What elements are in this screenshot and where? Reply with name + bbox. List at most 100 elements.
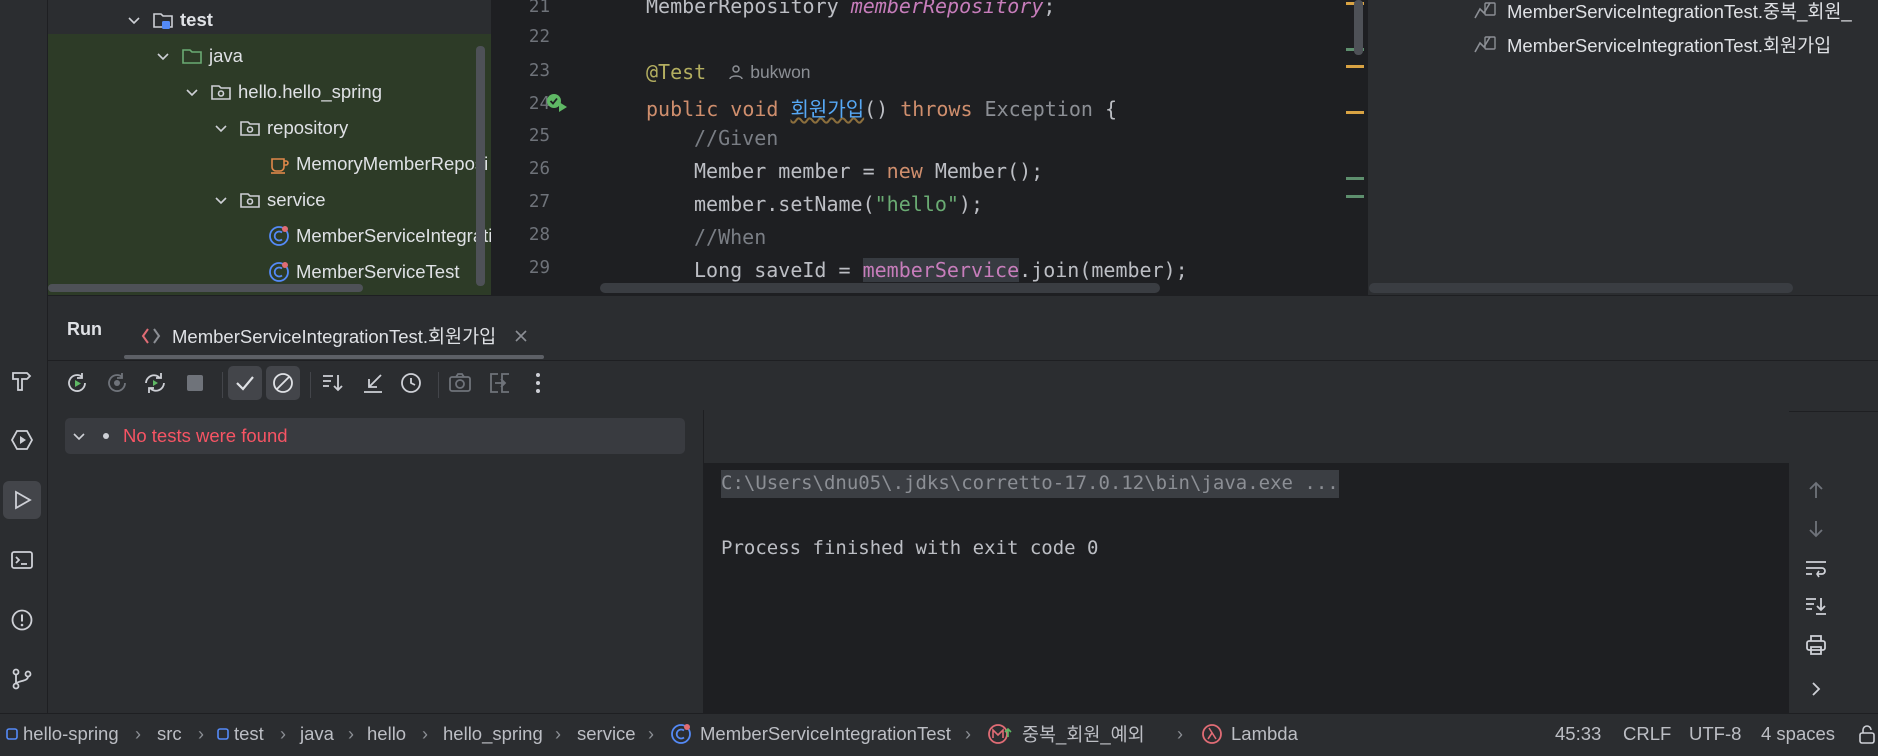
breadcrumb-separator: ›: [280, 723, 286, 744]
breadcrumb-hello[interactable]: hello: [367, 713, 406, 755]
console-output[interactable]: [704, 463, 1789, 713]
chevron-down-icon[interactable]: [184, 84, 200, 100]
close-icon[interactable]: [514, 329, 528, 343]
folder-icon: [182, 49, 202, 64]
tree-item-service[interactable]: service: [213, 183, 326, 217]
test-results-tree: [48, 410, 703, 713]
breadcrumb-service[interactable]: service: [577, 713, 636, 755]
editor-horizontal-scrollbar[interactable]: [600, 283, 1160, 293]
code-line-29: Long saveId = memberService.join(member)…: [694, 258, 1188, 282]
code-line-26: Member member = new Member();: [694, 159, 1044, 183]
screenshot-button[interactable]: [443, 366, 477, 400]
package-icon: [240, 121, 260, 136]
code-line-23: @Test bukwon: [646, 60, 811, 84]
usages-horizontal-scrollbar[interactable]: [1369, 283, 1793, 293]
export-button[interactable]: [483, 366, 517, 400]
git-icon[interactable]: [3, 660, 41, 698]
scroll-down-button[interactable]: [1801, 514, 1831, 544]
collapse-all-button[interactable]: [356, 366, 390, 400]
scroll-to-end-button[interactable]: [1801, 591, 1831, 621]
show-passed-toggle[interactable]: [228, 366, 262, 400]
arrow-down-icon: [1809, 521, 1823, 538]
code-editor[interactable]: MemberRepository memberRepository; @Test…: [596, 0, 1366, 295]
tree-item-label: hello.hello_spring: [238, 81, 382, 102]
toggle-auto-test-button[interactable]: [138, 366, 172, 400]
ignored-icon: [273, 373, 293, 393]
breadcrumb-method[interactable]: 중복_회원_예외: [988, 713, 1145, 755]
tree-horizontal-scrollbar[interactable]: [48, 284, 363, 292]
breadcrumb-lambda[interactable]: Lambda: [1201, 713, 1298, 755]
more-options-button[interactable]: [521, 366, 555, 400]
run-config-tab[interactable]: MemberServiceIntegrationTest.회원가입: [140, 314, 528, 358]
error-stripe-mark[interactable]: [1346, 195, 1364, 198]
test-method-icon: [1474, 36, 1496, 53]
line-number: 22: [528, 27, 550, 47]
editor-vertical-scrollbar[interactable]: [1354, 0, 1363, 55]
line-number: 25: [528, 126, 550, 146]
test-tree-root-row[interactable]: No tests were found: [65, 418, 685, 454]
line-number: 26: [528, 159, 550, 179]
chevron-down-icon[interactable]: [155, 48, 171, 64]
file-encoding[interactable]: UTF-8: [1689, 713, 1741, 755]
breadcrumb-test[interactable]: test: [217, 713, 264, 755]
tree-item-memory-member-repository[interactable]: MemoryMemberReposi: [268, 147, 488, 181]
tree-item-repository[interactable]: repository: [213, 111, 348, 145]
chevron-down-icon[interactable]: [213, 120, 229, 136]
error-stripe-mark[interactable]: [1346, 65, 1364, 68]
test-method-icon: [1474, 2, 1496, 19]
tool-window-strip: [0, 0, 48, 713]
breadcrumb-separator: ›: [135, 723, 141, 744]
soft-wrap-button[interactable]: [1801, 553, 1831, 583]
rerun-icon: [68, 373, 86, 392]
breadcrumb-separator: ›: [198, 723, 204, 744]
toolbar-separator: [222, 372, 223, 398]
show-ignored-toggle[interactable]: [266, 366, 300, 400]
java-class-icon: [271, 158, 289, 174]
rerun-failed-button[interactable]: [100, 366, 134, 400]
indent-setting[interactable]: 4 spaces: [1761, 713, 1835, 755]
breadcrumb-java[interactable]: java: [300, 713, 334, 755]
chevron-down-icon[interactable]: [71, 428, 87, 444]
rerun-button[interactable]: [60, 366, 94, 400]
code-line-24: public void 회원가입() throws Exception {: [646, 97, 1118, 121]
tree-item-member-service-integration-test[interactable]: MemberServiceIntegrati: [268, 219, 491, 253]
problems-icon[interactable]: [3, 601, 41, 639]
no-tests-message: No tests were found: [123, 425, 288, 446]
error-stripe-mark[interactable]: [1346, 177, 1364, 180]
chevron-down-icon[interactable]: [213, 192, 229, 208]
line-ending[interactable]: CRLF: [1623, 713, 1671, 755]
terminal-icon[interactable]: [3, 541, 41, 579]
breadcrumb-class[interactable]: MemberServiceIntegrationTest: [670, 713, 951, 755]
stop-button[interactable]: [178, 366, 212, 400]
test-history-button[interactable]: [394, 366, 428, 400]
test-class-icon: [269, 262, 289, 282]
code-line-21: MemberRepository memberRepository;: [646, 0, 1056, 18]
print-button[interactable]: [1801, 630, 1831, 660]
build-hammer-icon[interactable]: [3, 362, 41, 400]
code-line-25: //Given: [694, 126, 779, 150]
package-icon: [240, 193, 260, 208]
error-stripe-mark[interactable]: [1346, 111, 1364, 114]
caret-position[interactable]: 45:33: [1555, 713, 1601, 755]
clock-icon: [401, 373, 421, 393]
tree-item-test[interactable]: test: [126, 3, 213, 37]
breadcrumb-src[interactable]: src: [157, 713, 182, 755]
run-tool-icon[interactable]: [3, 481, 41, 519]
lock-icon[interactable]: [1858, 713, 1876, 755]
services-icon[interactable]: [3, 421, 41, 459]
tree-item-java[interactable]: java: [155, 39, 243, 73]
sort-button[interactable]: [316, 366, 350, 400]
run-test-gutter-icon[interactable]: [546, 93, 568, 113]
tree-vertical-scrollbar[interactable]: [476, 46, 485, 286]
tree-item-hello-hello-spring[interactable]: hello.hello_spring: [184, 75, 382, 109]
scroll-up-button[interactable]: [1801, 475, 1831, 505]
usage-item[interactable]: MemberServiceIntegrationTest.회원가입: [1473, 32, 1831, 58]
package-icon: [211, 85, 231, 100]
usage-item[interactable]: MemberServiceIntegrationTest.중복_회원_: [1473, 0, 1852, 24]
console-command-line[interactable]: C:\Users\dnu05\.jdks\corretto-17.0.12\bi…: [721, 470, 1339, 498]
chevron-down-icon[interactable]: [126, 12, 142, 28]
breadcrumb-hello-spring[interactable]: hello-spring: [6, 713, 119, 755]
more-actions-button[interactable]: [1801, 674, 1831, 704]
test-class-icon: [671, 724, 691, 744]
breadcrumb-hello-spring-pkg[interactable]: hello_spring: [443, 713, 543, 755]
